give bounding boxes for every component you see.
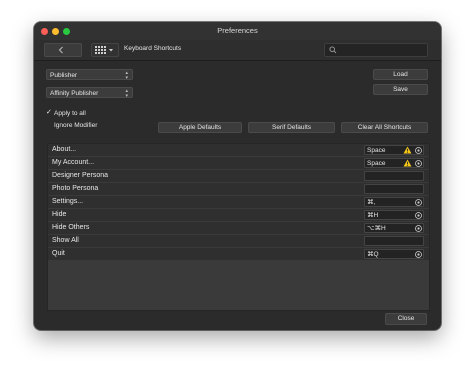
shortcut-key-field[interactable]: ⌘Q bbox=[364, 249, 424, 259]
toolbar: Keyboard Shortcuts bbox=[34, 40, 441, 61]
shortcut-row[interactable]: Quit ⌘Q bbox=[48, 248, 429, 261]
show-all-button[interactable] bbox=[91, 43, 119, 57]
shortcut-key-field[interactable] bbox=[364, 171, 424, 181]
shortcut-name: Show All bbox=[52, 237, 79, 244]
apply-to-all-checkbox[interactable]: ✓ bbox=[46, 108, 52, 116]
shortcut-key-field[interactable]: ⌥⌘H bbox=[364, 223, 424, 233]
app-select[interactable]: Publisher ▴ ▾ bbox=[46, 69, 133, 80]
clear-shortcut-icon[interactable] bbox=[415, 160, 422, 167]
back-button[interactable] bbox=[44, 43, 82, 57]
shortcut-name: My Account... bbox=[52, 159, 95, 166]
shortcut-row[interactable]: Hide ⌘H bbox=[48, 209, 429, 222]
search-field[interactable] bbox=[324, 43, 428, 57]
shortcut-name: About... bbox=[52, 146, 77, 153]
shortcut-name: Settings... bbox=[52, 198, 84, 205]
shortcut-key-value: Space bbox=[367, 160, 386, 167]
shortcut-key-value: ⌥⌘H bbox=[367, 225, 386, 232]
warning-icon bbox=[403, 159, 412, 167]
shortcut-row[interactable]: Hide Others ⌥⌘H bbox=[48, 222, 429, 235]
preferences-window: Preferences Keyboard Shortcuts Publisher… bbox=[34, 22, 441, 330]
save-button[interactable]: Save bbox=[373, 84, 428, 95]
shortcut-key-field[interactable] bbox=[364, 184, 424, 194]
persona-select-value: Affinity Publisher bbox=[50, 90, 99, 97]
load-button[interactable]: Load bbox=[373, 69, 428, 80]
shortcut-key-field[interactable]: Space bbox=[364, 145, 424, 155]
updown-arrows-icon: ▴ ▾ bbox=[125, 88, 128, 99]
shortcut-name: Quit bbox=[52, 250, 65, 257]
chevron-left-icon bbox=[58, 46, 63, 54]
shortcut-key-field[interactable]: Space bbox=[364, 158, 424, 168]
clear-all-shortcuts-button[interactable]: Clear All Shortcuts bbox=[341, 122, 428, 133]
apply-to-all-label: Apply to all bbox=[54, 110, 86, 117]
clear-shortcut-icon[interactable] bbox=[415, 147, 422, 154]
shortcut-row[interactable]: Photo Persona bbox=[48, 183, 429, 196]
close-button[interactable]: Close bbox=[385, 313, 427, 325]
shortcut-name: Hide Others bbox=[52, 224, 90, 231]
ignore-modifier-label: Ignore Modifier bbox=[54, 122, 98, 129]
warning-icon bbox=[403, 146, 412, 154]
updown-arrows-icon: ▴ ▾ bbox=[125, 70, 128, 81]
shortcut-key-value: ⌘, bbox=[367, 199, 376, 206]
section-label: Keyboard Shortcuts bbox=[124, 45, 182, 52]
clear-shortcut-icon[interactable] bbox=[415, 212, 422, 219]
ignore-modifier-checkbox[interactable] bbox=[46, 121, 52, 128]
window-title: Preferences bbox=[217, 26, 258, 35]
persona-select[interactable]: Affinity Publisher ▴ ▾ bbox=[46, 87, 133, 98]
shortcut-key-value: ⌘H bbox=[367, 212, 379, 219]
title-bar: Preferences bbox=[34, 22, 441, 40]
clear-shortcut-icon[interactable] bbox=[415, 251, 422, 258]
shortcut-row[interactable]: My Account... Space bbox=[48, 157, 429, 170]
shortcut-name: Photo Persona bbox=[52, 185, 99, 192]
clear-shortcut-icon[interactable] bbox=[415, 199, 422, 206]
grid-icon bbox=[95, 46, 113, 54]
apple-defaults-button[interactable]: Apple Defaults bbox=[158, 122, 242, 133]
shortcuts-table: About... Space My Account... Space Desig… bbox=[47, 143, 430, 311]
app-select-value: Publisher bbox=[50, 72, 78, 79]
shortcut-key-field[interactable]: ⌘H bbox=[364, 210, 424, 220]
shortcut-row[interactable]: Designer Persona bbox=[48, 170, 429, 183]
serif-defaults-button[interactable]: Serif Defaults bbox=[248, 122, 335, 133]
search-icon bbox=[329, 46, 337, 54]
shortcut-key-field[interactable] bbox=[364, 236, 424, 246]
clear-shortcut-icon[interactable] bbox=[415, 225, 422, 232]
shortcut-key-value: Space bbox=[367, 147, 386, 154]
shortcut-row[interactable]: Settings... ⌘, bbox=[48, 196, 429, 209]
shortcut-name: Hide bbox=[52, 211, 67, 218]
shortcut-key-value: ⌘Q bbox=[367, 251, 379, 258]
shortcut-row[interactable]: Show All bbox=[48, 235, 429, 248]
shortcut-name: Designer Persona bbox=[52, 172, 109, 179]
shortcut-row[interactable]: About... Space bbox=[48, 144, 429, 157]
shortcut-key-field[interactable]: ⌘, bbox=[364, 197, 424, 207]
